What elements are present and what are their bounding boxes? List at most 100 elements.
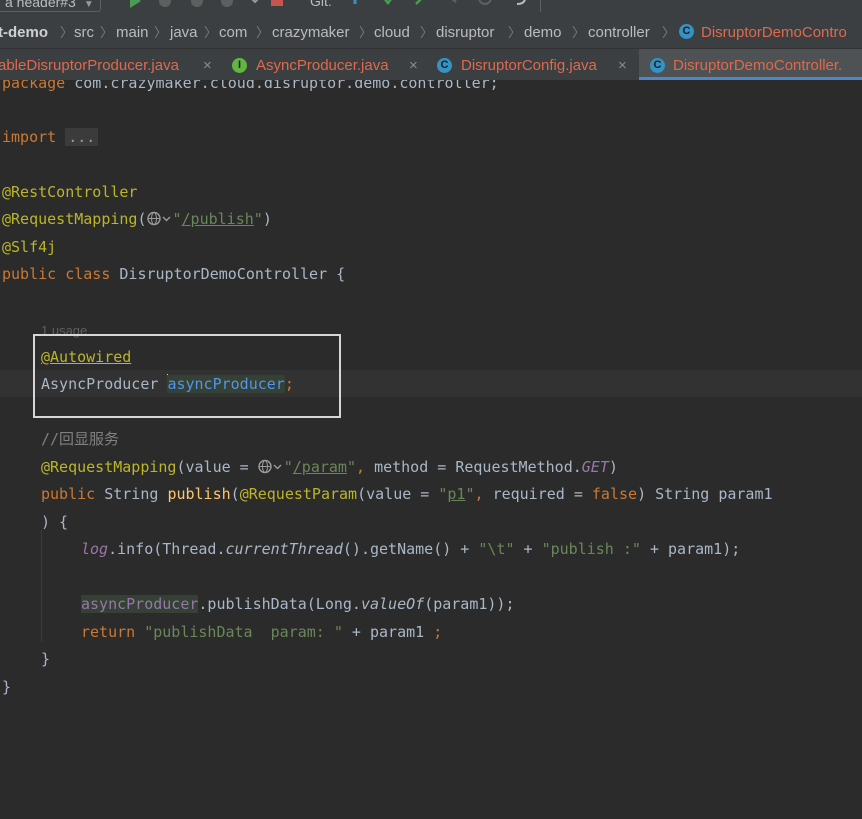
param-path[interactable]: /param xyxy=(293,458,347,476)
code-line-slf4j: @Slf4j xyxy=(2,238,57,256)
web-globe-icon[interactable] xyxy=(146,211,173,226)
git-commit-icon[interactable] xyxy=(382,0,396,8)
open-brace: { xyxy=(336,265,346,283)
public-keyword: public xyxy=(41,485,96,503)
breadcrumb-separator-icon: 〉 xyxy=(204,25,218,40)
import-keyword: import xyxy=(2,128,57,146)
publish-data-end: (param1)); xyxy=(424,595,515,613)
plus-param: + param1); xyxy=(640,540,741,558)
breadcrumb-item-demo[interactable]: demo xyxy=(524,12,562,48)
attr-key: value = xyxy=(185,458,258,476)
breadcrumb-item-com[interactable]: com xyxy=(219,12,247,48)
indent-guide xyxy=(41,530,42,642)
git-update-icon[interactable] xyxy=(348,0,362,8)
code-line-publish-data: asyncProducer.publishData(Long.valueOf(p… xyxy=(81,591,515,618)
rollback-icon[interactable] xyxy=(514,0,528,8)
attr-key: value = xyxy=(366,485,439,503)
breadcrumb-item-crazymaker[interactable]: crazymaker xyxy=(272,12,350,48)
breadcrumb-item-disruptor[interactable]: disruptor xyxy=(436,12,494,48)
log-call: .info(Thread. xyxy=(108,540,226,558)
package-keyword: package xyxy=(2,80,66,92)
code-line-package: package com.crazymaker.cloud.disruptor.d… xyxy=(2,80,499,97)
tab-disruptor-demo-controller[interactable]: C DisruptorDemoController. xyxy=(639,49,862,80)
chevron-down-icon: ▼ xyxy=(83,0,94,10)
annotation: @RequestMapping xyxy=(41,458,177,476)
debug-icon[interactable] xyxy=(158,0,172,8)
code-line-comment: //回显服务 xyxy=(41,430,120,448)
git-pull-icon[interactable] xyxy=(446,0,460,8)
breadcrumb-item-cloud[interactable]: cloud xyxy=(374,12,410,48)
import-fold[interactable]: ... xyxy=(65,128,99,146)
git-push-icon[interactable] xyxy=(414,0,428,8)
tab-disruptor-config[interactable]: C DisruptorConfig.java × xyxy=(429,49,638,80)
interface-icon: I xyxy=(232,58,247,73)
coverage-icon[interactable] xyxy=(190,0,204,8)
class-name: DisruptorDemoController xyxy=(119,265,328,283)
code-editor[interactable]: package com.crazymaker.cloud.disruptor.d… xyxy=(0,80,862,819)
return-string: "publishData param: " xyxy=(144,623,343,641)
code-line-log: log.info(Thread.currentThread().getName(… xyxy=(81,536,740,563)
web-globe-icon[interactable] xyxy=(258,459,284,474)
async-producer-ref[interactable]: asyncProducer xyxy=(81,595,199,613)
plus-op: + xyxy=(514,540,542,558)
code-line-method-signature: public String publish(@RequestParam(valu… xyxy=(41,485,773,503)
breadcrumb-separator-icon: 〉 xyxy=(508,25,522,40)
code-line-request-mapping: @RequestMapping("/publish") xyxy=(2,210,272,228)
semicolon: ; xyxy=(433,623,443,641)
return-keyword: return xyxy=(81,623,136,641)
publish-data-call: .publishData(Long. xyxy=(198,595,361,613)
method-name: publish xyxy=(167,485,231,503)
class-icon: C xyxy=(679,24,694,39)
code-line-close-method: } xyxy=(41,650,51,668)
run-icon[interactable] xyxy=(128,0,142,8)
class-icon: C xyxy=(437,58,452,73)
toolbar-divider xyxy=(540,0,541,12)
chevron-down-icon[interactable] xyxy=(248,0,262,8)
breadcrumb-separator-icon: 〉 xyxy=(256,25,270,40)
git-label: Git: xyxy=(310,0,332,9)
breadcrumb-separator-icon: 〉 xyxy=(420,25,434,40)
breadcrumb: t-demo 〉 src 〉 main 〉 java 〉 com 〉 crazy… xyxy=(0,12,862,49)
breadcrumb-item-controller[interactable]: controller xyxy=(588,12,650,48)
get-constant: GET xyxy=(581,458,609,476)
required-attr: required = xyxy=(492,485,592,503)
param-annotation: @RequestParam xyxy=(239,485,358,503)
breadcrumb-separator-icon: 〉 xyxy=(100,25,114,40)
tab-disruptor-producer[interactable]: ableDisruptorProducer.java × xyxy=(0,49,222,80)
code-line-method-annotation: @RequestMapping(value = "/param", method… xyxy=(41,458,618,476)
toolbar: a header#3 ▼ Git: xyxy=(0,0,862,12)
tab-label: AsyncProducer.java xyxy=(256,57,389,74)
history-icon[interactable] xyxy=(478,0,492,8)
breadcrumb-item-main[interactable]: main xyxy=(116,12,149,48)
annotation-highlight-box xyxy=(33,334,341,418)
return-rest: + param1 xyxy=(342,623,434,641)
breadcrumb-item-src[interactable]: src xyxy=(74,12,94,48)
publish-string: "publish :" xyxy=(541,540,641,558)
breadcrumb-separator-icon: 〉 xyxy=(662,25,676,40)
breadcrumb-item-java[interactable]: java xyxy=(170,12,198,48)
breadcrumb-item-module[interactable]: t-demo xyxy=(0,12,48,48)
param-decl: ) String param1 xyxy=(637,485,773,503)
breadcrumb-item-class[interactable]: DisruptorDemoContro xyxy=(701,12,847,48)
code-line-class-declaration: public class DisruptorDemoController { xyxy=(2,261,345,288)
method-attr: method = RequestMethod. xyxy=(374,458,582,476)
value-of: valueOf xyxy=(360,595,425,613)
breadcrumb-separator-icon: 〉 xyxy=(154,25,168,40)
code-line-close-class: } xyxy=(2,678,12,696)
stop-icon[interactable] xyxy=(270,0,284,8)
request-path[interactable]: /publish xyxy=(182,210,254,228)
breadcrumb-separator-icon: 〉 xyxy=(60,25,74,40)
current-thread: currentThread xyxy=(225,540,343,558)
profile-icon[interactable] xyxy=(220,0,234,8)
tab-string: "\t" xyxy=(478,540,515,558)
return-type: String xyxy=(104,485,159,503)
editor-tabs: ableDisruptorProducer.java × I AsyncProd… xyxy=(0,49,862,80)
tab-async-producer[interactable]: I AsyncProducer.java × xyxy=(223,49,428,80)
run-config-dropdown[interactable]: a header#3 ▼ xyxy=(0,0,101,12)
param-value: p1 xyxy=(447,485,466,503)
close-icon[interactable]: × xyxy=(618,49,627,80)
breadcrumb-separator-icon: 〉 xyxy=(359,25,373,40)
close-icon[interactable]: × xyxy=(409,49,418,80)
class-icon: C xyxy=(650,58,665,73)
close-icon[interactable]: × xyxy=(203,49,212,80)
